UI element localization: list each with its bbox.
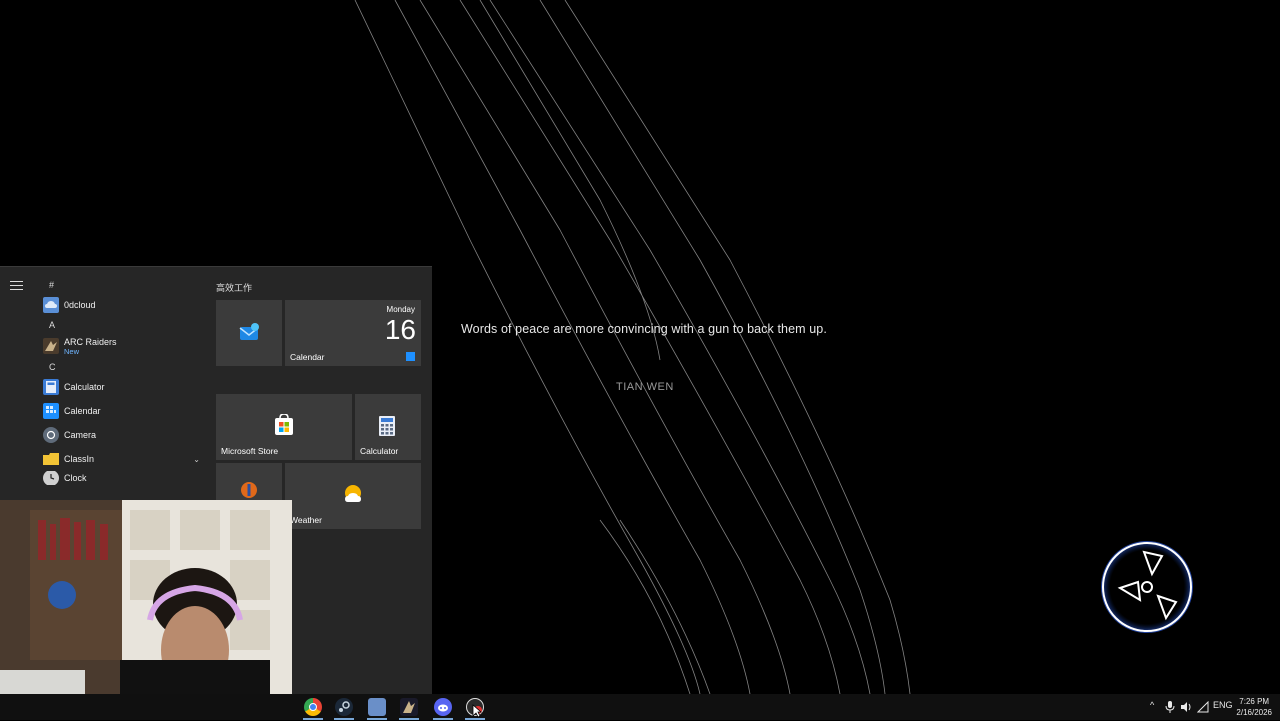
arc-raiders-icon <box>43 338 59 354</box>
clock-icon <box>43 471 59 485</box>
arc-raiders-icon[interactable] <box>400 698 418 716</box>
letter-header[interactable]: # <box>36 277 206 293</box>
0dcloud-icon[interactable] <box>368 698 386 716</box>
loading-quote: Words of peace are more convincing with … <box>461 322 827 336</box>
app-arc-raiders[interactable]: ARC Raiders New <box>36 333 206 359</box>
clock-time: 7:26 PM <box>1239 697 1270 706</box>
app-name: 0dcloud <box>64 300 96 310</box>
tile-mail[interactable] <box>216 300 282 366</box>
tile-label: Calculator <box>360 446 399 456</box>
app-calculator[interactable]: Calculator <box>36 375 206 399</box>
mouse-cursor-icon <box>472 704 482 718</box>
app-list: # 0dcloud A ARC Raiders New C Calculator <box>36 277 206 485</box>
webcam-feed <box>0 500 292 694</box>
app-classin-folder[interactable]: ClassIn ⌄ <box>36 447 206 471</box>
volume-icon[interactable] <box>1180 701 1192 713</box>
new-badge: New <box>64 346 80 356</box>
clock-date: 2/16/2026 <box>1236 708 1272 717</box>
app-name: Camera <box>64 430 97 440</box>
tile-label: Calendar <box>290 352 325 362</box>
chevron-down-icon[interactable]: ⌄ <box>193 455 200 464</box>
arc-raiders-logo-icon <box>1101 541 1193 633</box>
app-0dcloud[interactable]: 0dcloud <box>36 293 206 317</box>
calendar-icon <box>43 403 59 419</box>
tile-calendar[interactable]: Monday 16 Calendar <box>285 300 421 366</box>
app-clock[interactable]: Clock <box>36 471 206 485</box>
folder-icon <box>43 451 59 467</box>
letter-header[interactable]: A <box>36 317 206 333</box>
app-name-text: ARC Raiders <box>64 336 117 347</box>
calendar-date: 16 <box>384 314 416 345</box>
tile-group-title[interactable]: 高效工作 <box>216 281 252 294</box>
calculator-icon <box>379 416 395 436</box>
app-name: Calendar <box>64 406 101 416</box>
hamburger-menu-icon[interactable] <box>10 281 23 291</box>
language-indicator[interactable]: ENG <box>1213 700 1233 710</box>
mail-icon <box>239 323 259 340</box>
clock[interactable]: 7:26 PM 2/16/2026 <box>1236 696 1272 718</box>
letter-header[interactable]: C <box>36 359 206 375</box>
tile-microsoft-store[interactable]: Microsoft Store <box>216 394 352 460</box>
steam-icon[interactable] <box>335 698 353 716</box>
chrome-icon[interactable] <box>304 698 322 716</box>
app-name: Clock <box>64 473 87 483</box>
show-hidden-icons-chevron-icon[interactable]: ^ <box>1150 700 1154 710</box>
app-camera[interactable]: Camera <box>36 423 206 447</box>
calendar-icon <box>406 352 415 361</box>
weather-icon <box>345 485 361 502</box>
webcam-overlay <box>0 500 292 694</box>
app-name: ClassIn <box>64 454 95 464</box>
microphone-icon[interactable] <box>1165 700 1175 714</box>
quote-author: TIAN WEN <box>616 381 674 393</box>
store-icon <box>275 414 293 435</box>
calendar-day: Monday <box>386 305 415 314</box>
camera-icon <box>43 427 59 443</box>
tile-label: Weather <box>290 515 322 525</box>
app-calendar[interactable]: Calendar <box>36 399 206 423</box>
app-name: ARC Raiders New <box>64 337 117 356</box>
app-icon <box>241 482 257 498</box>
app-name: Calculator <box>64 382 105 392</box>
tile-calculator[interactable]: Calculator <box>355 394 421 460</box>
tile-label: Microsoft Store <box>221 446 279 456</box>
calculator-icon <box>43 379 59 395</box>
network-icon[interactable] <box>1197 701 1209 713</box>
discord-icon[interactable] <box>434 698 452 716</box>
taskbar: ^ ENG 7:26 PM 2/16/2026 <box>0 694 1280 720</box>
tile-weather[interactable]: Weather <box>285 463 421 529</box>
cloud-app-icon <box>43 297 59 313</box>
